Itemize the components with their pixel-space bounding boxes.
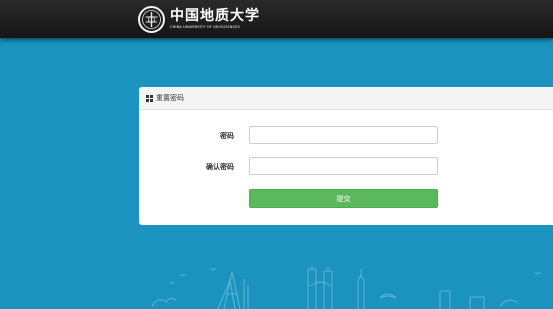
confirm-password-input[interactable] [249,157,438,175]
submit-button[interactable]: 提交 [249,189,438,208]
logo-english-name: CHINA UNIVERSITY OF GEOSCIENCES [170,24,240,29]
password-label: 密码 [220,132,234,140]
panel-title: 重置密码 [156,94,184,102]
university-emblem-icon [138,5,165,33]
grid-icon [146,94,153,102]
confirm-password-label: 确认密码 [206,163,234,171]
top-bar: 中国地质大学 CHINA UNIVERSITY OF GEOSCIENCES [0,0,553,38]
reset-password-panel: 重置密码 密码 确认密码 提交 [139,87,553,225]
logo-text: 中国地质大学 CHINA UNIVERSITY OF GEOSCIENCES [170,7,260,30]
panel-header: 重置密码 [139,87,553,110]
city-skyline-decoration [151,265,542,309]
logo-chinese-name: 中国地质大学 [170,7,260,24]
university-logo[interactable]: 中国地质大学 CHINA UNIVERSITY OF GEOSCIENCES [138,4,260,34]
password-input[interactable] [249,126,438,144]
